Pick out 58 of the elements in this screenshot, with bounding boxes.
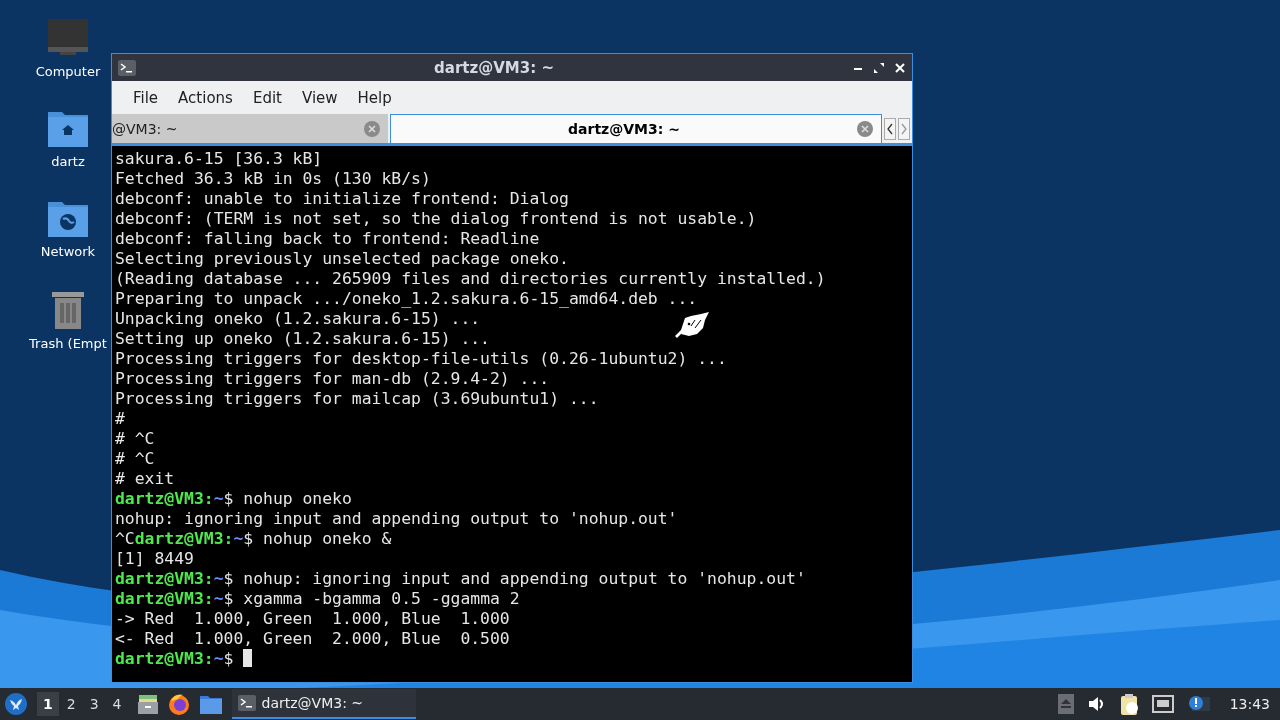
- desktop-icon-label[interactable]: Network: [40, 244, 96, 259]
- bird-icon[interactable]: [5, 693, 27, 715]
- terminal-line: dartz@VM3:~$ nohup: ignoring input and appending output to 'nohup.out': [115, 569, 807, 589]
- workspace-button[interactable]: 2: [60, 692, 82, 716]
- clock[interactable]: 13:43: [1229, 696, 1270, 712]
- terminal-line: ^Cdartz@VM3:~$ nohup oneko &: [115, 529, 393, 549]
- desktop-icon-label[interactable]: dartz: [51, 154, 85, 169]
- menu-item[interactable]: Actions: [168, 88, 243, 107]
- browser-icon[interactable]: [167, 693, 190, 715]
- terminal-line: -> Red 1.000, Green 1.000, Blue 1.000: [115, 609, 511, 629]
- tab[interactable]: @VM3: ~: [112, 114, 388, 143]
- terminal-line: # ^C: [115, 449, 156, 469]
- menu-item[interactable]: Help: [347, 88, 402, 107]
- clipboard-icon[interactable]: [1119, 693, 1138, 715]
- folder-icon[interactable]: [199, 694, 222, 714]
- workspace-button[interactable]: 3: [83, 692, 105, 716]
- terminal-line: Processing triggers for mailcap (3.69ubuntu1) ...: [115, 389, 600, 409]
- terminal-line: debconf: unable to initialize frontend: Dialog: [115, 189, 570, 209]
- terminal-line: Processing triggers for man-db (2.9.4-2) ...: [115, 369, 551, 389]
- terminal-line: Setting up oneko (1.2.sakura.6-15) ...: [115, 329, 491, 349]
- terminal-line: dartz@VM3:~$ xgamma -bgamma 0.5 -ggamma 2: [115, 589, 521, 609]
- eject-icon[interactable]: [1057, 694, 1074, 714]
- network-port-icon[interactable]: [1151, 695, 1174, 713]
- terminal-line: sakura.6-15 [36.3 kB]: [115, 149, 324, 169]
- close-icon[interactable]: [894, 61, 906, 74]
- desktop-icon-label[interactable]: Trash (Empt: [29, 336, 107, 351]
- workspace-button[interactable]: 4: [106, 692, 128, 716]
- terminal-icon: [237, 695, 256, 711]
- terminal-line: dartz@VM3:~$ nohup oneko: [115, 489, 353, 509]
- terminal-line: #: [115, 409, 126, 429]
- terminal-line: (Reading database ... 265909 files and directories currently installed.): [115, 269, 827, 289]
- terminal-line: nohup: ignoring input and appending output to 'nohup.out': [115, 509, 679, 529]
- terminal-line: debconf: falling back to frontend: Readline: [115, 229, 541, 249]
- tab[interactable]: dartz@VM3: ~: [390, 114, 882, 143]
- volume-icon[interactable]: [1087, 696, 1106, 712]
- terminal-line: Processing triggers for desktop-file-utils (0.26-1ubuntu2) ...: [115, 349, 728, 369]
- maximize-icon[interactable]: [873, 61, 885, 74]
- terminal-line: Unpacking oneko (1.2.sakura.6-15) ...: [115, 309, 482, 329]
- window-title: dartz@VM3: ~: [433, 58, 555, 77]
- terminal-line: Fetched 36.3 kB in 0s (130 kB/s): [115, 169, 432, 189]
- terminal-icon: [118, 59, 136, 76]
- workspace-button[interactable]: 1: [37, 692, 59, 716]
- menu-item[interactable]: File: [123, 88, 169, 107]
- terminal-line: Preparing to unpack .../oneko_1.2.sakura.6-15_amd64.deb ...: [115, 289, 699, 309]
- file-cabinet-icon[interactable]: [137, 694, 158, 714]
- desktop-icon-label[interactable]: Computer: [35, 64, 101, 79]
- menu-item[interactable]: View: [291, 88, 348, 107]
- terminal-line: debconf: (TERM is not set, so the dialog frontend is not usable.): [115, 209, 758, 229]
- menu-item[interactable]: Edit: [242, 88, 292, 107]
- chevron-left-icon[interactable]: [884, 117, 896, 140]
- terminal-line: # exit: [115, 469, 176, 489]
- notification-icon[interactable]: [1187, 695, 1210, 713]
- terminal-line: dartz@VM3:~$: [115, 649, 909, 669]
- terminal-line: # ^C: [115, 429, 156, 449]
- terminal-line: <- Red 1.000, Green 2.000, Blue 0.500: [115, 629, 511, 649]
- taskbar-window-button[interactable]: dartz@VM3: ~: [231, 689, 416, 719]
- terminal-line: [1] 8449: [115, 549, 195, 569]
- terminal-line: Selecting previously unselected package oneko.: [115, 249, 570, 269]
